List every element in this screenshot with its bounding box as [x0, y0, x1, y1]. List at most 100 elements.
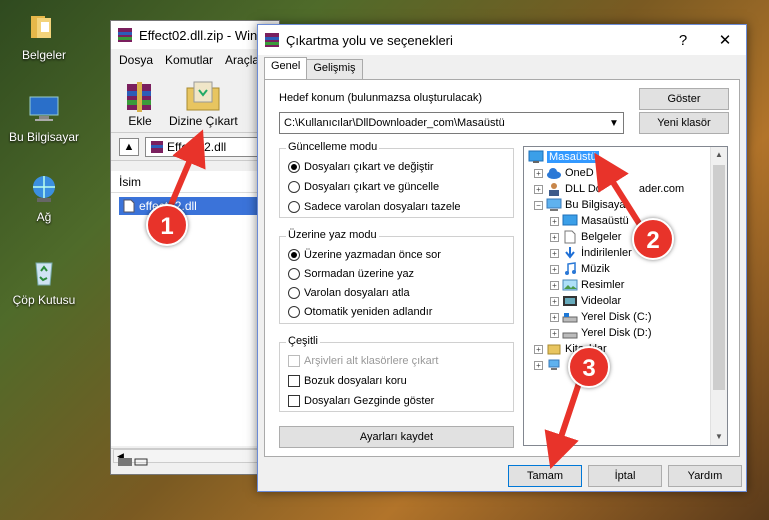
- radio-auto-rename[interactable]: Otomatik yeniden adlandır: [288, 306, 432, 318]
- drive-icon: [562, 313, 578, 323]
- scroll-down-icon[interactable]: ▼: [711, 429, 727, 445]
- expand-icon[interactable]: +: [550, 232, 559, 242]
- show-button[interactable]: Göster: [639, 88, 729, 110]
- winrar-pathbar: ▲ Effect02.dll: [111, 133, 279, 161]
- dialog-titlebar[interactable]: Çıkartma yolu ve seçenekleri ? ✕: [258, 25, 746, 55]
- checkbox[interactable]: [288, 395, 300, 407]
- option-label: Sormadan üzerine yaz: [304, 268, 415, 280]
- winrar-titlebar[interactable]: Effect02.dll.zip - Win: [111, 21, 279, 49]
- menu-tools[interactable]: Araçla: [225, 53, 259, 67]
- collapse-icon[interactable]: −: [534, 200, 543, 210]
- tree-node-drive-c[interactable]: + Yerel Disk (C:): [550, 309, 652, 325]
- tree-label: Resimler: [581, 279, 625, 291]
- desktop-icon: [528, 150, 544, 163]
- save-settings-button[interactable]: Ayarları kaydet: [279, 426, 514, 448]
- step-badge-2: 2: [632, 218, 674, 260]
- folder-tree[interactable]: Masaüstü + OneD + DLL Do ader.com − Bu B…: [523, 146, 728, 446]
- expand-icon[interactable]: +: [550, 264, 559, 274]
- expand-icon[interactable]: +: [550, 216, 559, 226]
- tab-advanced[interactable]: Gelişmiş: [306, 59, 363, 79]
- winrar-app-icon: [265, 33, 279, 47]
- expand-icon[interactable]: +: [550, 248, 559, 258]
- tree-node-drive-d[interactable]: + Yerel Disk (D:): [550, 325, 652, 341]
- tree-node-desktop-child[interactable]: + Masaüstü: [550, 213, 629, 229]
- tree-scrollbar[interactable]: ▲ ▼: [710, 147, 727, 445]
- radio-unselected[interactable]: [288, 287, 300, 299]
- winrar-window: Effect02.dll.zip - Win Dosya Komutlar Ar…: [110, 20, 280, 475]
- help-button[interactable]: Yardım: [668, 465, 742, 487]
- file-row[interactable]: effect02.dll: [119, 197, 269, 215]
- radio-selected[interactable]: [288, 161, 300, 173]
- checkbox-keep-broken[interactable]: Bozuk dosyaları koru: [288, 375, 407, 387]
- radio-selected[interactable]: [288, 249, 300, 261]
- cancel-button[interactable]: İptal: [588, 465, 662, 487]
- close-icon[interactable]: ✕: [704, 31, 746, 49]
- tree-node-desktop[interactable]: Masaüstü: [528, 149, 599, 165]
- chevron-down-icon[interactable]: ▼: [605, 118, 623, 129]
- tree-label: Yerel Disk (C:): [581, 311, 652, 323]
- recycle-bin-icon: [35, 262, 53, 286]
- ok-button[interactable]: Tamam: [508, 465, 582, 487]
- radio-skip-existing[interactable]: Varolan dosyaları atla: [288, 287, 410, 299]
- radio-extract-replace[interactable]: Dosyaları çıkart ve değiştir: [288, 161, 434, 173]
- extract-to-button[interactable]: Dizine Çıkart: [169, 80, 238, 128]
- expand-icon[interactable]: +: [534, 168, 543, 178]
- misc-group: Çeşitli Arşivleri alt klasörlere çıkart …: [279, 335, 514, 412]
- expand-icon[interactable]: +: [550, 296, 559, 306]
- menu-commands[interactable]: Komutlar: [165, 53, 213, 67]
- winrar-file-list[interactable]: İsim effect02.dll: [111, 171, 279, 446]
- tree-node-this-pc[interactable]: − Bu Bilgisaya: [534, 197, 626, 213]
- tree-label: Masaüstü: [581, 215, 629, 227]
- music-icon: [565, 262, 576, 275]
- tree-node-videos[interactable]: + Videolar: [550, 293, 621, 309]
- option-label: Arşivleri alt klasörlere çıkart: [304, 355, 439, 367]
- radio-overwrite-without-prompt[interactable]: Sormadan üzerine yaz: [288, 268, 414, 280]
- desktop-icon-documents[interactable]: Belgeler: [4, 10, 84, 62]
- checkbox[interactable]: [288, 375, 300, 387]
- option-label: Varolan dosyaları atla: [304, 287, 410, 299]
- radio-refresh-existing[interactable]: Sadece varolan dosyaları tazele: [288, 201, 461, 213]
- add-button[interactable]: Ekle: [121, 80, 159, 128]
- new-folder-button[interactable]: Yeni klasör: [639, 112, 729, 134]
- desktop-icon-recycle-bin[interactable]: Çöp Kutusu: [4, 255, 84, 307]
- tree-node-network[interactable]: +: [534, 357, 562, 373]
- drive-icon: [562, 332, 578, 339]
- expand-icon[interactable]: +: [550, 280, 559, 290]
- video-icon: [563, 296, 577, 306]
- expand-icon[interactable]: +: [534, 184, 543, 194]
- tree-node-pictures[interactable]: + Resimler: [550, 277, 624, 293]
- destination-combo[interactable]: C:\Kullanıcılar\DllDownloader_com\Masaüs…: [279, 112, 624, 134]
- expand-icon[interactable]: +: [534, 360, 543, 370]
- column-name[interactable]: İsim: [111, 171, 279, 193]
- help-title-button[interactable]: ?: [662, 32, 704, 49]
- tree-node-user[interactable]: + DLL Do ader.com: [534, 181, 684, 197]
- scrollbar-thumb[interactable]: [713, 165, 725, 390]
- desktop-icon-network[interactable]: Ağ: [4, 172, 84, 224]
- step-badge-3: 3: [568, 346, 610, 388]
- up-folder-button[interactable]: ▲: [119, 137, 139, 156]
- desktop-icon-this-pc[interactable]: Bu Bilgisayar: [4, 92, 84, 144]
- radio-unselected[interactable]: [288, 268, 300, 280]
- radio-unselected[interactable]: [288, 306, 300, 318]
- tree-node-documents[interactable]: + Belgeler: [550, 229, 621, 245]
- expand-icon[interactable]: +: [550, 312, 559, 322]
- tree-node-downloads[interactable]: + İndirilenler: [550, 245, 632, 261]
- tree-node-onedrive[interactable]: + OneD: [534, 165, 594, 181]
- tree-label: İndirilenler: [581, 247, 632, 259]
- menu-file[interactable]: Dosya: [119, 53, 153, 67]
- tab-general[interactable]: Genel: [264, 57, 308, 79]
- radio-extract-update[interactable]: Dosyaları çıkart ve güncelle: [288, 181, 439, 193]
- expand-icon[interactable]: +: [534, 344, 543, 354]
- checkbox-show-in-explorer[interactable]: Dosyaları Gezginde göster: [288, 395, 434, 407]
- radio-unselected[interactable]: [288, 181, 300, 193]
- overwrite-mode-title: Üzerine yaz modu: [286, 229, 379, 241]
- add-label: Ekle: [128, 114, 152, 128]
- scroll-up-icon[interactable]: ▲: [711, 147, 727, 163]
- up-arrow-icon: ▲: [123, 140, 135, 153]
- extract-to-label: Dizine Çıkart: [169, 114, 238, 128]
- radio-ask-before-overwrite[interactable]: Üzerine yazmadan önce sor: [288, 249, 441, 261]
- tree-node-music[interactable]: + Müzik: [550, 261, 610, 277]
- radio-unselected[interactable]: [288, 201, 300, 213]
- tree-label: Müzik: [581, 263, 610, 275]
- expand-icon[interactable]: +: [550, 328, 559, 338]
